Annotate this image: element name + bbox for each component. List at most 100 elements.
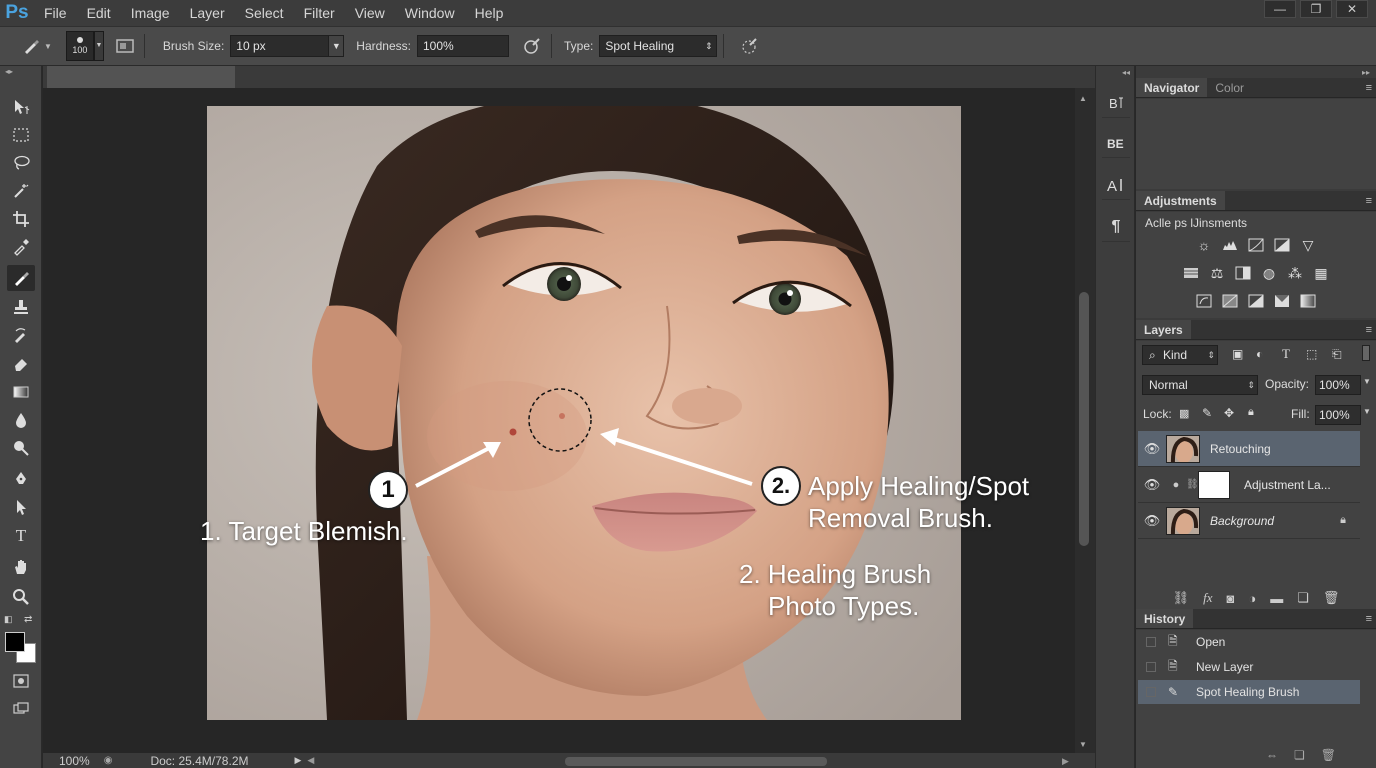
- path-selection-tool-icon[interactable]: [7, 494, 35, 520]
- filter-toggle-switch[interactable]: [1362, 345, 1370, 361]
- portrait-photo[interactable]: [207, 106, 961, 720]
- scroll-left-icon[interactable]: ◀: [307, 755, 314, 766]
- menu-window[interactable]: Window: [395, 0, 465, 26]
- brush-panel-toggle-icon[interactable]: [112, 33, 138, 59]
- add-mask-icon[interactable]: ◙: [1227, 591, 1235, 606]
- chevron-down-icon[interactable]: ▼: [1363, 377, 1371, 386]
- panel-menu-icon[interactable]: ≡: [1366, 78, 1372, 98]
- scroll-right-icon[interactable]: ▶: [1062, 756, 1069, 767]
- zoom-level[interactable]: 100%: [59, 754, 90, 768]
- menu-filter[interactable]: Filter: [294, 0, 345, 26]
- eyedropper-tool-icon[interactable]: [7, 234, 35, 260]
- vertical-scrollbar[interactable]: ▲ ▼: [1075, 88, 1095, 753]
- threshold-icon[interactable]: [1247, 292, 1265, 310]
- color-lookup-icon[interactable]: ▦: [1312, 264, 1330, 282]
- tab-layers[interactable]: Layers: [1136, 320, 1191, 339]
- history-item[interactable]: ✎ Spot Healing Brush: [1138, 680, 1360, 704]
- scroll-thumb[interactable]: [1079, 292, 1089, 546]
- lock-pixels-icon[interactable]: ✎: [1202, 406, 1212, 420]
- minimize-icon[interactable]: —: [1264, 0, 1296, 18]
- crop-tool-icon[interactable]: [7, 206, 35, 232]
- history-snapshot-checkbox[interactable]: [1146, 662, 1156, 672]
- curves-icon[interactable]: [1247, 236, 1265, 254]
- black-white-icon[interactable]: [1234, 264, 1252, 282]
- history-snapshot-checkbox[interactable]: [1146, 637, 1156, 647]
- gradient-map-icon[interactable]: [1299, 292, 1317, 310]
- layer-style-fx-icon[interactable]: fx: [1203, 590, 1212, 606]
- chevron-down-icon[interactable]: ▼: [44, 42, 52, 51]
- swap-colors-icon[interactable]: ⇄: [24, 614, 32, 625]
- panel-menu-icon[interactable]: ≡: [1366, 609, 1372, 629]
- filter-shape-icon[interactable]: ⬚: [1306, 347, 1317, 361]
- scroll-up-icon[interactable]: ▲: [1079, 94, 1087, 103]
- menu-file[interactable]: File: [34, 0, 77, 26]
- magic-wand-tool-icon[interactable]: [7, 178, 35, 204]
- sample-all-layers-icon[interactable]: [736, 33, 762, 59]
- tab-navigator[interactable]: Navigator: [1136, 78, 1208, 97]
- link-layers-icon[interactable]: ⛓︎: [1173, 590, 1190, 606]
- paragraph-panel-icon[interactable]: ¶: [1102, 212, 1130, 242]
- foreground-color-swatch[interactable]: [5, 632, 25, 652]
- type-select[interactable]: Spot Healing ⇕: [599, 35, 718, 57]
- hue-saturation-icon[interactable]: [1182, 264, 1200, 282]
- layer-row[interactable]: 👁︎ Retouching: [1138, 431, 1360, 467]
- selective-color-icon[interactable]: [1273, 292, 1291, 310]
- blend-mode-select[interactable]: Normal ⇕: [1142, 375, 1258, 395]
- close-icon[interactable]: ✕: [1336, 0, 1368, 18]
- history-item[interactable]: 🗎 New Layer: [1138, 655, 1360, 679]
- chevron-down-icon[interactable]: ▼: [1363, 407, 1371, 416]
- menu-select[interactable]: Select: [235, 0, 294, 26]
- visibility-eye-icon[interactable]: 👁︎: [1138, 477, 1166, 493]
- brush-tool-preset-icon[interactable]: [18, 33, 44, 59]
- hand-tool-icon[interactable]: [7, 554, 35, 580]
- blur-tool-icon[interactable]: [7, 407, 35, 433]
- move-tool-icon[interactable]: [7, 94, 35, 120]
- pen-tool-icon[interactable]: [7, 466, 35, 492]
- status-info-icon[interactable]: ◉: [104, 755, 113, 766]
- brush-size-field[interactable]: 10 px ▼: [230, 35, 345, 57]
- filter-pixel-icon[interactable]: ▣: [1232, 347, 1243, 361]
- channel-mixer-icon[interactable]: ⁂: [1286, 264, 1304, 282]
- filter-adjustment-icon[interactable]: ◐: [1256, 347, 1263, 361]
- quick-mask-icon[interactable]: [7, 668, 35, 694]
- paragraph-style-icon[interactable]: BE: [1102, 128, 1130, 158]
- layer-name[interactable]: Adjustment La...: [1244, 478, 1331, 492]
- tab-history[interactable]: History: [1136, 609, 1194, 628]
- brush-preset-picker[interactable]: 100: [65, 31, 94, 61]
- marquee-tool-icon[interactable]: [7, 122, 35, 148]
- collapse-panels-icon[interactable]: ▸▸: [1362, 68, 1370, 77]
- pressure-size-icon[interactable]: [519, 33, 545, 59]
- panel-menu-icon[interactable]: ≡: [1366, 191, 1372, 211]
- clone-stamp-tool-icon[interactable]: [7, 294, 35, 320]
- collapse-dock-icon[interactable]: ◂◂: [1122, 68, 1130, 77]
- filter-type-icon[interactable]: T: [1282, 346, 1290, 362]
- menu-help[interactable]: Help: [465, 0, 514, 26]
- panel-menu-icon[interactable]: ≡: [1366, 320, 1372, 340]
- chevron-down-icon[interactable]: ▼: [328, 36, 344, 56]
- zoom-tool-icon[interactable]: [7, 584, 35, 610]
- tab-adjustments[interactable]: Adjustments: [1136, 191, 1225, 210]
- posterize-icon[interactable]: [1221, 292, 1239, 310]
- menu-view[interactable]: View: [345, 0, 395, 26]
- lasso-tool-icon[interactable]: [7, 150, 35, 176]
- type-tool-icon[interactable]: T: [7, 523, 35, 549]
- new-adjustment-layer-icon[interactable]: ◑: [1248, 591, 1256, 606]
- layer-kind-filter[interactable]: ⌕ Kind ⇕: [1142, 345, 1218, 365]
- new-layer-icon[interactable]: ❏: [1297, 590, 1309, 606]
- brightness-icon[interactable]: ☼: [1195, 236, 1213, 254]
- layer-name[interactable]: Background: [1210, 514, 1274, 528]
- screen-mode-icon[interactable]: [7, 696, 35, 722]
- filter-smart-object-icon[interactable]: ⎗: [1332, 347, 1342, 362]
- menu-layer[interactable]: Layer: [180, 0, 235, 26]
- eraser-tool-icon[interactable]: [7, 350, 35, 376]
- exposure-icon[interactable]: [1273, 236, 1291, 254]
- fill-field[interactable]: 100%: [1315, 405, 1361, 425]
- scroll-down-icon[interactable]: ▼: [1079, 740, 1087, 749]
- visibility-eye-icon[interactable]: 👁︎: [1138, 441, 1166, 457]
- layer-row[interactable]: 👁︎ ● ⛓︎ Adjustment La...: [1138, 467, 1360, 503]
- menu-edit[interactable]: Edit: [77, 0, 121, 26]
- new-group-folder-icon[interactable]: ▬: [1270, 591, 1283, 606]
- delete-state-trash-icon[interactable]: 🗑︎: [1321, 748, 1336, 762]
- invert-icon[interactable]: [1195, 292, 1213, 310]
- opacity-field[interactable]: 100%: [1315, 375, 1361, 395]
